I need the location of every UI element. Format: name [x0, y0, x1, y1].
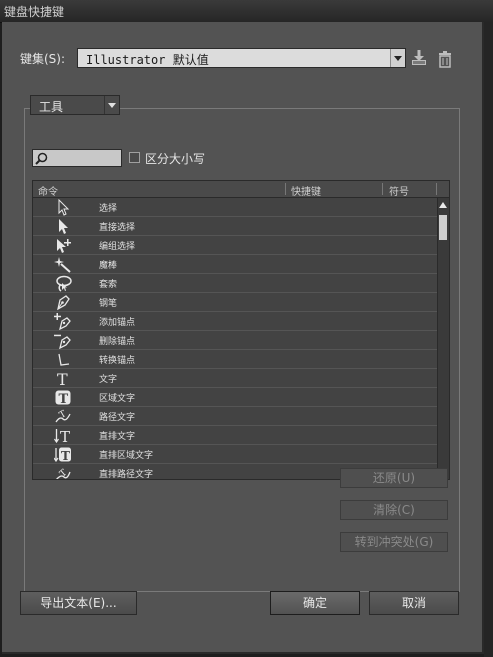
category-dropdown[interactable]: 工具 [30, 95, 120, 115]
table-row[interactable]: T 直排文字 [33, 426, 438, 445]
vertical-path-type-icon: T [56, 468, 71, 480]
ok-button[interactable]: 确定 [270, 591, 360, 615]
table-row[interactable]: T 直排区域文字 [33, 445, 438, 464]
command-name: 魔棒 [99, 261, 118, 271]
command-name: 文字 [99, 375, 118, 385]
vertical-type-icon: T [54, 428, 70, 444]
scroll-up-icon[interactable] [439, 202, 447, 208]
column-header-command[interactable]: 命令 [38, 183, 58, 198]
command-name: 区域文字 [99, 394, 136, 404]
keyboard-shortcuts-dialog: 键集(S): Illustrator 默认值 工具 区分大小写 命令 快捷键 符… [2, 22, 484, 654]
chevron-down-icon [390, 49, 405, 67]
undo-button[interactable]: 还原(U) [340, 468, 448, 488]
keyset-value: Illustrator 默认值 [86, 53, 209, 67]
table-row[interactable]: T 文字 [33, 369, 438, 388]
column-header-shortcut[interactable]: 快捷键 [291, 183, 321, 198]
table-row[interactable]: T 路径文字 [33, 407, 438, 426]
command-name: 直排路径文字 [99, 470, 154, 480]
export-text-button[interactable]: 导出文本(E)... [20, 591, 137, 615]
table-header: 命令 快捷键 符号 [33, 181, 449, 198]
lasso-icon [56, 275, 72, 292]
svg-text:T: T [59, 392, 69, 406]
command-name: 路径文字 [99, 413, 136, 423]
cancel-button[interactable]: 取消 [369, 591, 459, 615]
case-sensitive-checkbox[interactable] [129, 152, 140, 163]
area-type-icon: T [55, 390, 71, 406]
download-icon[interactable] [410, 49, 428, 67]
group-selection-icon [57, 239, 71, 253]
selection-arrow-icon [58, 199, 70, 216]
column-header-symbol[interactable]: 符号 [389, 183, 409, 198]
pen-icon [57, 295, 70, 311]
search-icon [35, 152, 48, 165]
path-type-icon: T [55, 409, 71, 423]
goto-conflict-button[interactable]: 转到冲突处(G) [340, 532, 448, 552]
svg-text:T: T [58, 468, 69, 480]
command-name: 套索 [99, 280, 118, 290]
table-row[interactable]: 直接选择 [33, 217, 438, 236]
table-row[interactable]: 选择 [33, 198, 438, 217]
svg-text:T: T [61, 449, 70, 463]
table-row[interactable]: 删除锚点 [33, 331, 438, 350]
type-icon: T [57, 370, 68, 387]
delete-anchor-icon [54, 334, 71, 349]
command-name: 添加锚点 [99, 318, 136, 328]
table-row[interactable]: 编组选择 [33, 236, 438, 255]
table-body: 选择 直接选择 编组选择 魔棒 套索 钢笔 添加锚点 删除锚点 转换锚点 T 文… [33, 198, 438, 480]
clear-button[interactable]: 清除(C) [340, 500, 448, 520]
magic-wand-icon [54, 257, 71, 273]
svg-text:T: T [57, 370, 68, 387]
chevron-down-icon [104, 96, 119, 114]
table-scrollbar[interactable] [437, 198, 449, 479]
command-name: 删除锚点 [99, 337, 136, 347]
scrollbar-thumb[interactable] [439, 215, 447, 240]
command-name: 选择 [99, 204, 118, 214]
svg-text:T: T [60, 428, 70, 444]
table-row[interactable]: 添加锚点 [33, 312, 438, 331]
command-name: 直排区域文字 [99, 451, 154, 461]
trash-icon[interactable] [436, 50, 454, 68]
command-name: 编组选择 [99, 242, 136, 252]
window-title: 键盘快捷键 [4, 5, 65, 19]
shortcuts-table: 命令 快捷键 符号 选择 直接选择 编组选择 魔棒 套索 钢笔 添加锚点 删除锚… [32, 180, 450, 480]
keyset-label: 键集(S): [20, 52, 66, 66]
direct-selection-icon [59, 219, 68, 234]
command-name: 直排文字 [99, 432, 136, 442]
table-row[interactable]: 魔棒 [33, 255, 438, 274]
command-name: 直接选择 [99, 223, 136, 233]
add-anchor-icon [54, 313, 71, 330]
search-input[interactable] [32, 149, 122, 167]
command-name: 钢笔 [99, 299, 118, 309]
table-row[interactable]: T 区域文字 [33, 388, 438, 407]
table-row[interactable]: 转换锚点 [33, 350, 438, 369]
title-bar: 键盘快捷键 [0, 0, 493, 23]
table-row[interactable]: 钢笔 [33, 293, 438, 312]
vertical-area-type-icon: T [54, 447, 71, 463]
window-edge [484, 22, 493, 657]
table-row[interactable]: 套索 [33, 274, 438, 293]
keyset-dropdown[interactable]: Illustrator 默认值 [77, 48, 406, 68]
case-sensitive-label: 区分大小写 [145, 152, 206, 166]
command-name: 转换锚点 [99, 356, 136, 366]
convert-anchor-icon [58, 353, 70, 366]
category-value: 工具 [39, 100, 64, 114]
